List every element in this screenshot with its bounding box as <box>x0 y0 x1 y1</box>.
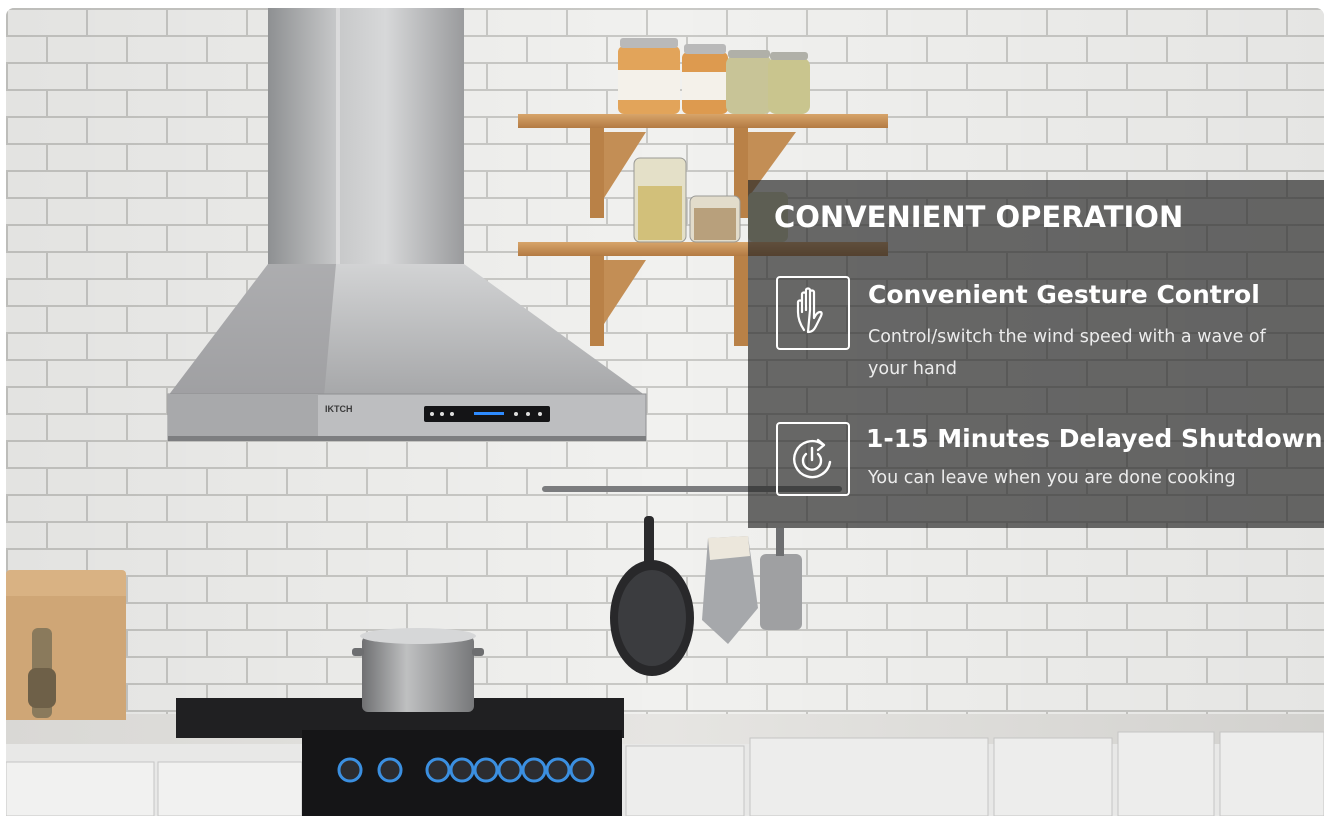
product-image-frame: IKTCH CONVENIENT OPERATION Convenient Ge… <box>0 0 1328 816</box>
feature-title-gesture: Convenient Gesture Control <box>868 280 1260 309</box>
hanging-grater <box>760 554 802 630</box>
feature-desc-gesture: Control/switch the wind speed with a wav… <box>868 327 1266 379</box>
feature-desc-shutdown: You can leave when you are done cooking <box>868 468 1236 488</box>
stock-pot <box>362 636 474 712</box>
hand-gesture-icon <box>776 276 850 350</box>
power-timer-icon <box>776 422 850 496</box>
hood-chimney <box>268 8 464 270</box>
feature-title-shutdown: 1-15 Minutes Delayed Shutdown <box>866 424 1323 453</box>
upper-shelf <box>518 114 888 128</box>
overlay-title: CONVENIENT OPERATION <box>774 200 1184 234</box>
hood-brand-label: IKTCH <box>325 404 353 414</box>
